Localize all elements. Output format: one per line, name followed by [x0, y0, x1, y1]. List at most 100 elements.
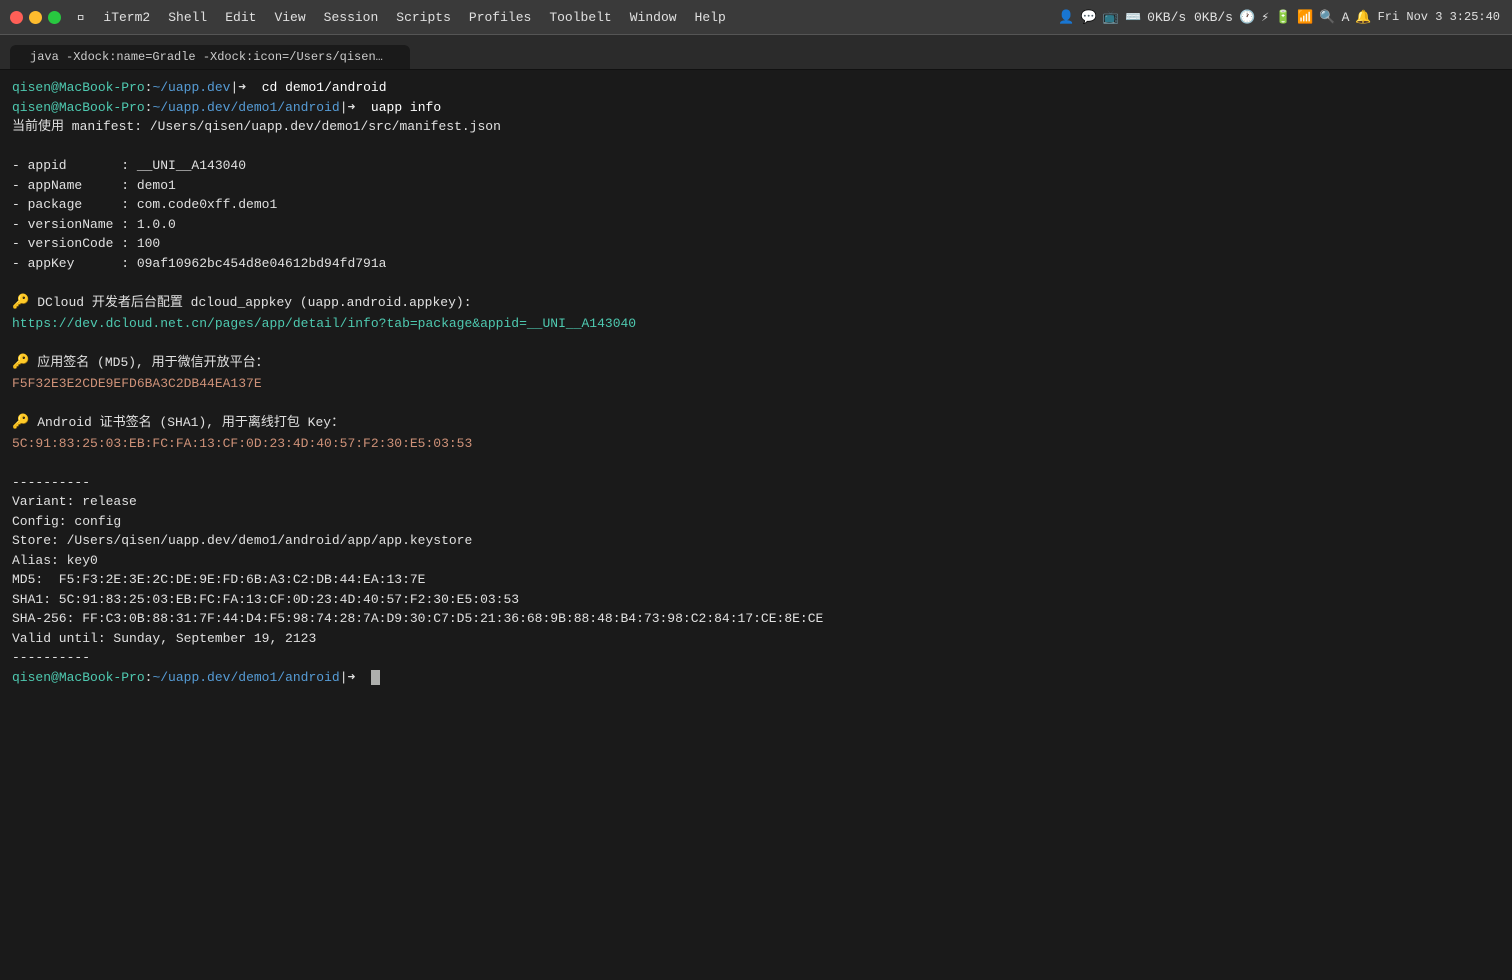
terminal-line: Valid until: Sunday, September 19, 2123: [12, 629, 1500, 649]
terminal-line: ----------: [12, 473, 1500, 493]
prompt-user: qisen: [12, 670, 51, 685]
output-text: - appKey : 09af10962bc454d8e04612bd94fd7…: [12, 256, 386, 271]
emoji-icon: 🔑: [12, 415, 29, 431]
terminal-line: qisen@MacBook-Pro:~/uapp.dev/demo1/andro…: [12, 668, 1500, 688]
terminal-line: SHA-256: FF:C3:0B:88:31:7F:44:D4:F5:98:7…: [12, 609, 1500, 629]
menu-view[interactable]: View: [266, 8, 313, 27]
prompt-user: qisen: [12, 100, 51, 115]
output-text: Android 证书签名 (SHA1), 用于离线打包 Key：: [29, 415, 344, 430]
close-button[interactable]: [10, 11, 23, 24]
output-text: ----------: [12, 650, 90, 665]
maximize-button[interactable]: [48, 11, 61, 24]
touch-bar-icon: ⌨️: [1125, 10, 1141, 25]
apple-icon[interactable]: : [69, 7, 93, 27]
emoji-icon: 🔑: [12, 295, 29, 311]
menu-window[interactable]: Window: [622, 8, 685, 27]
battery-icon: 🔋: [1275, 10, 1291, 25]
terminal-line: - versionCode : 100: [12, 234, 1500, 254]
output-text: Valid until: Sunday, September 19, 2123: [12, 631, 316, 646]
search-icon[interactable]: 🔍: [1319, 10, 1335, 25]
titlebar:  iTerm2 Shell Edit View Session Scripts…: [0, 0, 1512, 35]
output-text: ----------: [12, 475, 90, 490]
terminal-line: 🔑 DCloud 开发者后台配置 dcloud_appkey (uapp.and…: [12, 293, 1500, 314]
menu-bar:  iTerm2 Shell Edit View Session Scripts…: [61, 7, 1058, 27]
output-text: Config: config: [12, 514, 121, 529]
command-text: uapp info: [371, 100, 441, 115]
terminal-line: - versionName : 1.0.0: [12, 215, 1500, 235]
clock-icon: 🕐: [1239, 10, 1255, 25]
terminal-line: - package : com.code0xff.demo1: [12, 195, 1500, 215]
terminal-line: - appKey : 09af10962bc454d8e04612bd94fd7…: [12, 254, 1500, 274]
prompt-user: qisen: [12, 80, 51, 95]
menu-session[interactable]: Session: [316, 8, 387, 27]
output-text: MD5: F5:F3:2E:3E:2C:DE:9E:FD:6B:A3:C2:DB…: [12, 572, 425, 587]
terminal-line: [12, 137, 1500, 157]
network-stats: 0KB/s 0KB/s: [1147, 10, 1233, 25]
output-text: 应用签名 (MD5), 用于微信开放平台：: [29, 355, 268, 370]
prompt-path: ~/uapp.dev/demo1/android: [152, 100, 339, 115]
menu-shell[interactable]: Shell: [160, 8, 215, 27]
terminal-line: SHA1: 5C:91:83:25:03:EB:FC:FA:13:CF:0D:2…: [12, 590, 1500, 610]
terminal-line: Store: /Users/qisen/uapp.dev/demo1/andro…: [12, 531, 1500, 551]
menu-profiles[interactable]: Profiles: [461, 8, 539, 27]
command-text: cd demo1/android: [262, 80, 387, 95]
url-text: https://dev.dcloud.net.cn/pages/app/deta…: [12, 316, 636, 331]
terminal-line: - appid : __UNI__A143040: [12, 156, 1500, 176]
cursor: [371, 670, 380, 685]
prompt-host: @MacBook-Pro: [51, 670, 145, 685]
prompt-host: @MacBook-Pro: [51, 100, 145, 115]
terminal-area[interactable]: qisen@MacBook-Pro:~/uapp.dev|➜ cd demo1/…: [0, 70, 1512, 980]
menu-scripts[interactable]: Scripts: [388, 8, 459, 27]
screen-icon: 📺: [1103, 10, 1119, 25]
terminal-line: Variant: release: [12, 492, 1500, 512]
output-text: Store: /Users/qisen/uapp.dev/demo1/andro…: [12, 533, 472, 548]
terminal-line: 当前使用 manifest: /Users/qisen/uapp.dev/dem…: [12, 117, 1500, 137]
output-text: SHA1: 5C:91:83:25:03:EB:FC:FA:13:CF:0D:2…: [12, 592, 519, 607]
output-text: - appid : __UNI__A143040: [12, 158, 246, 173]
prompt-pipe: |➜: [340, 100, 371, 115]
menu-help[interactable]: Help: [687, 8, 734, 27]
terminal-line: https://dev.dcloud.net.cn/pages/app/deta…: [12, 314, 1500, 334]
output-text: 当前使用 manifest: /Users/qisen/uapp.dev/dem…: [12, 119, 501, 134]
tabbar: java -Xdock:name=Gradle -Xdock:icon=/Use…: [0, 35, 1512, 70]
prompt-host: @MacBook-Pro: [51, 80, 145, 95]
prompt-pipe: |➜: [230, 80, 261, 95]
terminal-line: Config: config: [12, 512, 1500, 532]
output-text: - appName : demo1: [12, 178, 176, 193]
emoji-icon: 🔑: [12, 355, 29, 371]
wechat-icon: 💬: [1081, 10, 1097, 25]
prompt-pipe: |➜: [340, 670, 371, 685]
terminal-line: qisen@MacBook-Pro:~/uapp.dev|➜ cd demo1/…: [12, 78, 1500, 98]
terminal-line: [12, 273, 1500, 293]
output-text: - package : com.code0xff.demo1: [12, 197, 277, 212]
hash-text: 5C:91:83:25:03:EB:FC:FA:13:CF:0D:23:4D:4…: [12, 436, 472, 451]
terminal-line: 5C:91:83:25:03:EB:FC:FA:13:CF:0D:23:4D:4…: [12, 434, 1500, 454]
menu-iterm2[interactable]: iTerm2: [95, 8, 158, 27]
terminal-line: - appName : demo1: [12, 176, 1500, 196]
terminal-line: ----------: [12, 648, 1500, 668]
terminal-line: 🔑 应用签名 (MD5), 用于微信开放平台：: [12, 353, 1500, 374]
person-icon: 👤: [1058, 10, 1074, 25]
terminal-line: [12, 333, 1500, 353]
output-text: DCloud 开发者后台配置 dcloud_appkey (uapp.andro…: [29, 295, 471, 310]
bluetooth-icon: ⚡: [1261, 10, 1269, 25]
terminal-line: F5F32E3E2CDE9EFD6BA3C2DB44EA137E: [12, 374, 1500, 394]
menu-toolbelt[interactable]: Toolbelt: [541, 8, 619, 27]
terminal-line: [12, 393, 1500, 413]
terminal-line: 🔑 Android 证书签名 (SHA1), 用于离线打包 Key：: [12, 413, 1500, 434]
output-text: - versionName : 1.0.0: [12, 217, 176, 232]
minimize-button[interactable]: [29, 11, 42, 24]
output-text: Variant: release: [12, 494, 137, 509]
notification-icon: 🔔: [1355, 10, 1371, 25]
terminal-line: [12, 453, 1500, 473]
wifi-icon: 📶: [1297, 10, 1313, 25]
active-tab[interactable]: java -Xdock:name=Gradle -Xdock:icon=/Use…: [10, 45, 410, 69]
text-icon: A: [1342, 10, 1350, 25]
terminal-line: qisen@MacBook-Pro:~/uapp.dev/demo1/andro…: [12, 98, 1500, 118]
menu-edit[interactable]: Edit: [217, 8, 264, 27]
titlebar-left: [0, 11, 61, 24]
terminal-line: MD5: F5:F3:2E:3E:2C:DE:9E:FD:6B:A3:C2:DB…: [12, 570, 1500, 590]
prompt-path: ~/uapp.dev: [152, 80, 230, 95]
output-text: SHA-256: FF:C3:0B:88:31:7F:44:D4:F5:98:7…: [12, 611, 823, 626]
prompt-path: ~/uapp.dev/demo1/android: [152, 670, 339, 685]
